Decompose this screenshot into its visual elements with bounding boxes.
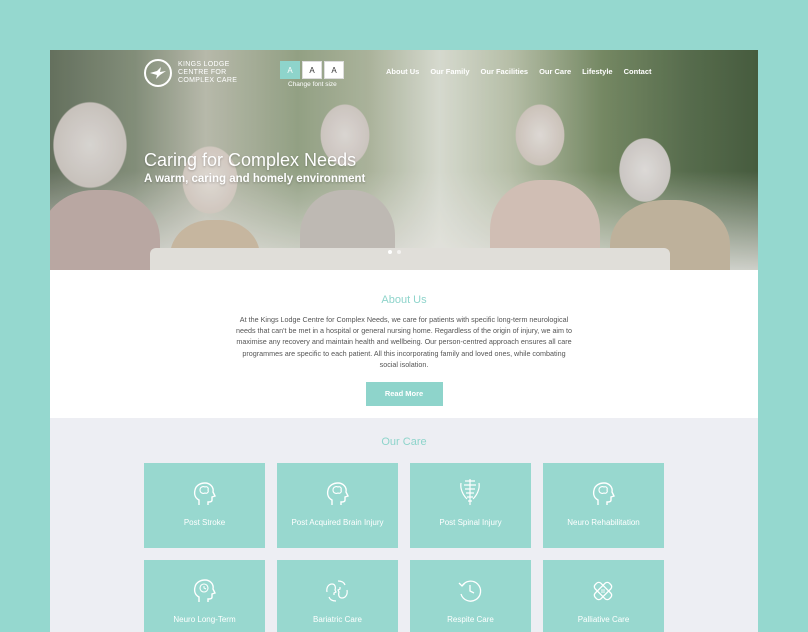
about-heading: About Us bbox=[381, 294, 427, 306]
nav-our-facilities[interactable]: Our Facilities bbox=[481, 67, 529, 76]
nav-our-care[interactable]: Our Care bbox=[539, 67, 571, 76]
care-card-label: Post Stroke bbox=[183, 518, 226, 527]
care-card-label: Neuro Long-Term bbox=[173, 615, 236, 624]
our-care-heading: Our Care bbox=[381, 436, 427, 448]
care-card-label: Respite Care bbox=[447, 615, 494, 624]
head-brain-icon bbox=[592, 482, 615, 505]
nav-about-us[interactable]: About Us bbox=[386, 67, 419, 76]
font-size-large-button[interactable]: A bbox=[324, 61, 344, 79]
our-care-section: Our Care Post Stroke Post Acquired Brain… bbox=[50, 418, 758, 632]
site-logo[interactable]: KINGS LODGE CENTRE FOR COMPLEX CARE bbox=[144, 59, 237, 87]
nav-our-family[interactable]: Our Family bbox=[430, 67, 469, 76]
care-card-post-spinal-injury[interactable]: Post Spinal Injury bbox=[410, 463, 531, 548]
care-card-neuro-rehabilitation[interactable]: Neuro Rehabilitation bbox=[543, 463, 664, 548]
hero-banner: KINGS LODGE CENTRE FOR COMPLEX CARE A A … bbox=[50, 50, 758, 270]
logo-line: COMPLEX CARE bbox=[178, 77, 238, 84]
carousel-dot[interactable] bbox=[397, 250, 401, 254]
about-section: About Us At the Kings Lodge Centre for C… bbox=[50, 270, 758, 418]
care-card-palliative-care[interactable]: Palliative Care bbox=[543, 560, 664, 632]
hero-subtitle: A warm, caring and homely environment bbox=[144, 173, 366, 185]
care-card-label: Palliative Care bbox=[577, 615, 630, 624]
font-size-small-button[interactable]: A bbox=[280, 61, 300, 79]
nav-contact[interactable]: Contact bbox=[624, 67, 652, 76]
bandage-icon bbox=[593, 581, 613, 601]
care-card-respite-care[interactable]: Respite Care bbox=[410, 560, 531, 632]
carousel-dots bbox=[388, 250, 401, 254]
care-card-label: Post Acquired Brain Injury bbox=[291, 518, 384, 527]
website-page: KINGS LODGE CENTRE FOR COMPLEX CARE A A … bbox=[50, 50, 758, 632]
head-brain-icon bbox=[326, 482, 349, 505]
main-nav: About Us Our Family Our Facilities Our C… bbox=[386, 67, 663, 76]
care-card-label: Neuro Rehabilitation bbox=[567, 518, 640, 527]
care-card-post-stroke[interactable]: Post Stroke bbox=[144, 463, 265, 548]
care-card-post-acquired-brain-injury[interactable]: Post Acquired Brain Injury bbox=[277, 463, 398, 548]
heads-cycle-icon bbox=[326, 580, 348, 602]
font-size-label: Change font size bbox=[288, 81, 337, 88]
carousel-dot[interactable] bbox=[388, 250, 392, 254]
font-size-control: A A A Change font size bbox=[280, 61, 344, 88]
logo-text: KINGS LODGE CENTRE FOR COMPLEX CARE bbox=[178, 61, 237, 85]
care-card-label: Post Spinal Injury bbox=[439, 518, 502, 527]
head-brain-icon bbox=[193, 482, 216, 505]
about-text: At the Kings Lodge Centre for Complex Ne… bbox=[235, 315, 573, 369]
spine-icon bbox=[460, 479, 480, 505]
read-more-button[interactable]: Read More bbox=[365, 382, 443, 407]
care-card-bariatric-care[interactable]: Bariatric Care bbox=[277, 560, 398, 632]
nav-lifestyle[interactable]: Lifestyle bbox=[582, 67, 612, 76]
care-card-neuro-long-term[interactable]: Neuro Long-Term bbox=[144, 560, 265, 632]
hero-title: Caring for Complex Needs bbox=[144, 150, 357, 170]
logo-line: KINGS LODGE bbox=[178, 61, 230, 68]
clock-arrow-icon bbox=[458, 580, 482, 602]
bird-logo-icon bbox=[144, 59, 172, 87]
care-card-label: Bariatric Care bbox=[313, 615, 362, 624]
head-clock-icon bbox=[193, 579, 216, 602]
font-size-medium-button[interactable]: A bbox=[302, 61, 322, 79]
logo-line: CENTRE FOR bbox=[178, 69, 227, 76]
